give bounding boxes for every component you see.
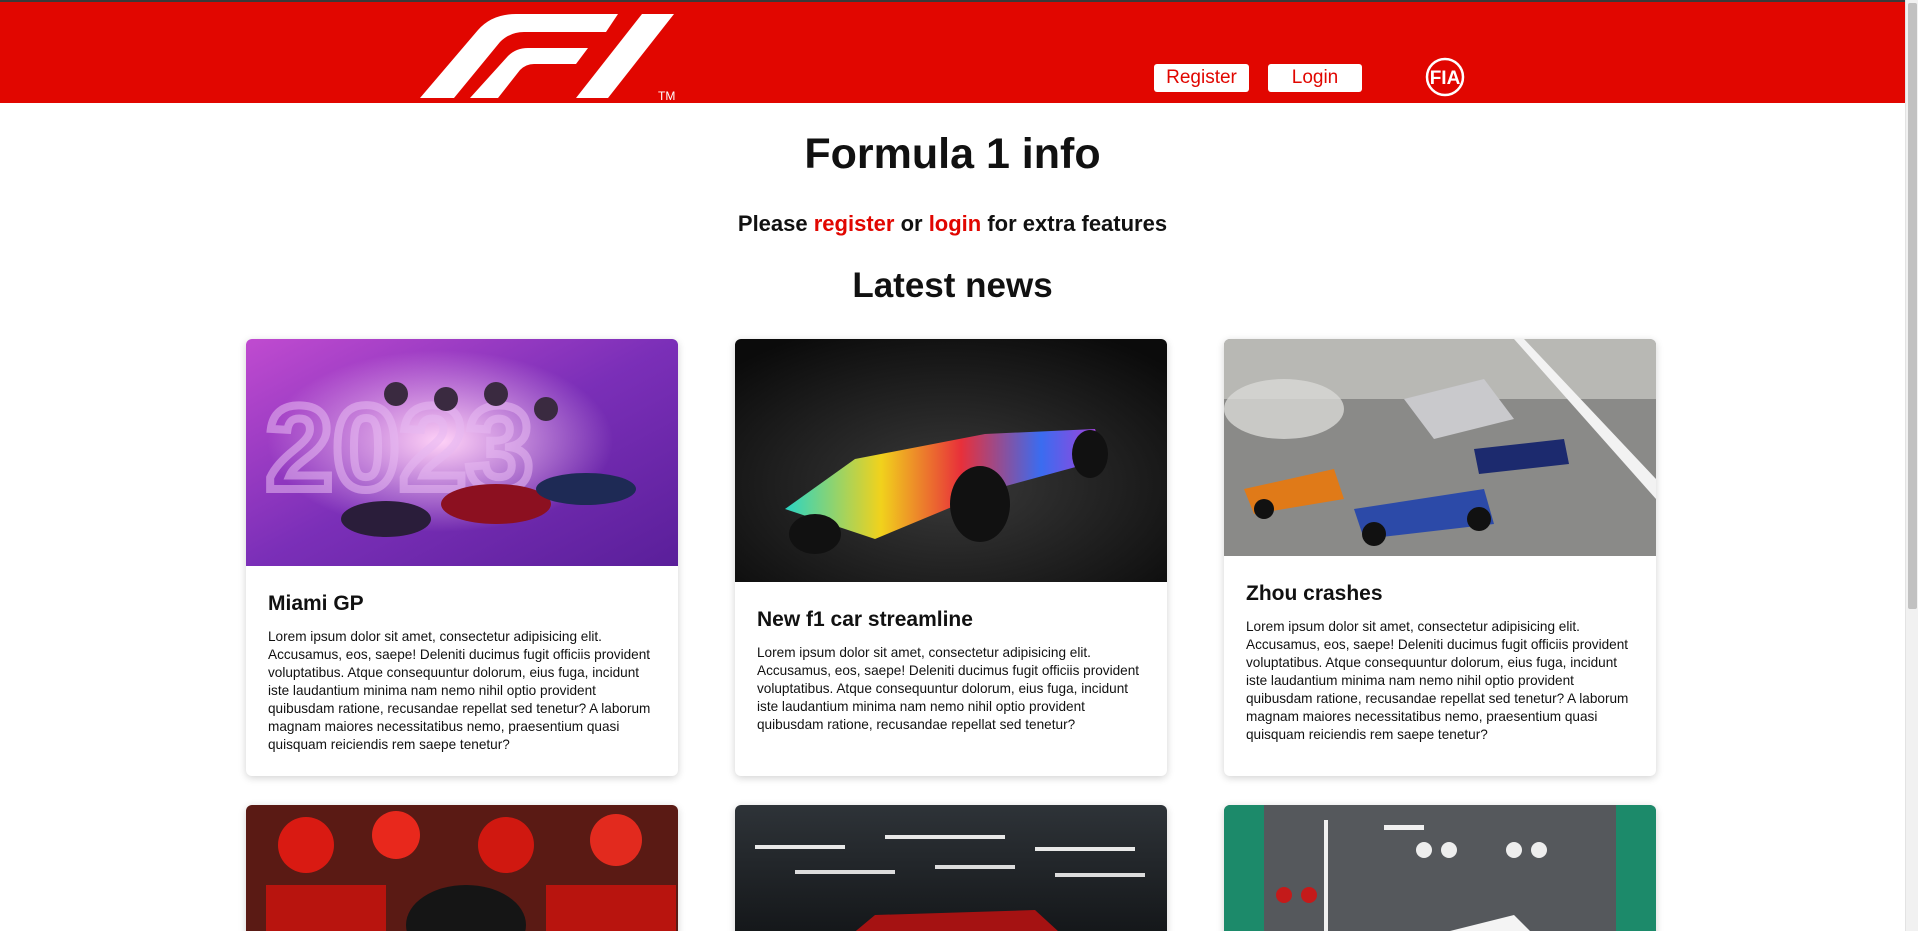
register-link[interactable]: register bbox=[814, 211, 895, 236]
scrollbar-thumb[interactable] bbox=[1908, 3, 1917, 609]
car-launch-image bbox=[735, 805, 1167, 931]
news-heading: Latest news bbox=[852, 266, 1053, 305]
register-button[interactable]: Register bbox=[1154, 64, 1249, 92]
fia-logo-icon[interactable]: FIA bbox=[1419, 57, 1471, 97]
ferrari-pitstop-image bbox=[246, 805, 678, 931]
login-button[interactable]: Login bbox=[1268, 64, 1362, 92]
drivers-grid-image bbox=[1224, 805, 1656, 931]
news-card-text: Lorem ipsum dolor sit amet, consectetur … bbox=[757, 645, 1140, 732]
zhou-crash-image bbox=[1224, 339, 1656, 556]
trademark-text: TM bbox=[658, 89, 675, 101]
new-f1-car-image bbox=[735, 339, 1167, 582]
news-card-miami-gp[interactable]: 2023 Miami GP Lorem ipsum dolor sit amet… bbox=[246, 339, 678, 776]
prompt-middle-text: or bbox=[894, 211, 929, 236]
news-card-car-launch[interactable] bbox=[735, 805, 1167, 931]
page-title: Formula 1 info bbox=[804, 130, 1101, 178]
fia-text: FIA bbox=[1430, 68, 1461, 89]
news-card-text: Lorem ipsum dolor sit amet, consectetur … bbox=[268, 629, 651, 752]
prompt-after-text: for extra features bbox=[981, 211, 1168, 236]
news-card-title: New f1 car streamline bbox=[757, 608, 973, 631]
miami-gp-image: 2023 bbox=[246, 339, 678, 566]
news-card-pitstop[interactable] bbox=[246, 805, 678, 931]
news-card-text: Lorem ipsum dolor sit amet, consectetur … bbox=[1246, 619, 1629, 742]
news-card-zhou-crashes[interactable]: Zhou crashes Lorem ipsum dolor sit amet,… bbox=[1224, 339, 1656, 776]
prompt-before-text: Please bbox=[737, 211, 814, 236]
news-card-title: Miami GP bbox=[268, 592, 364, 615]
site-header: TM Register Login FIA bbox=[0, 2, 1905, 103]
register-login-prompt: Please register or login for extra featu… bbox=[0, 211, 1905, 237]
f1-logo-icon[interactable]: TM bbox=[420, 6, 682, 101]
news-card-drivers-grid[interactable] bbox=[1224, 805, 1656, 931]
login-link[interactable]: login bbox=[929, 211, 982, 236]
news-card-new-f1-car[interactable]: New f1 car streamline Lorem ipsum dolor … bbox=[735, 339, 1167, 776]
page-scrollbar[interactable] bbox=[1905, 0, 1918, 931]
news-card-title: Zhou crashes bbox=[1246, 582, 1383, 605]
